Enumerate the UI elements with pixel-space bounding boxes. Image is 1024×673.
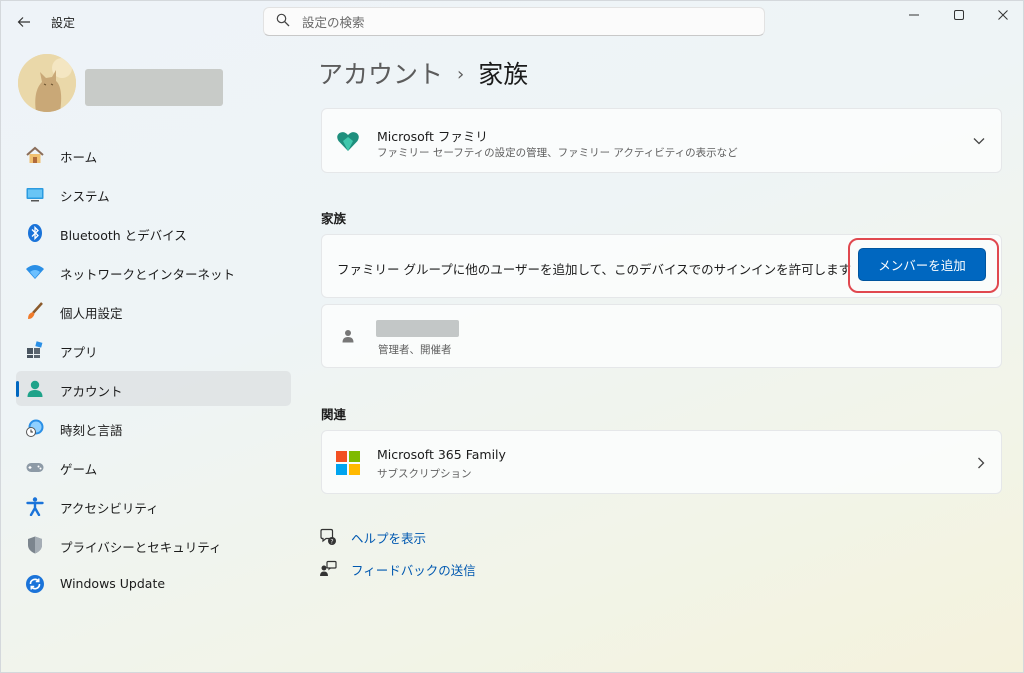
feedback-link[interactable]: フィードバックの送信 <box>319 558 476 580</box>
search-icon <box>276 13 290 27</box>
gaming-icon <box>26 463 44 472</box>
person-icon <box>342 330 354 343</box>
minimize-button[interactable] <box>894 5 934 25</box>
sidebar-item-network[interactable]: ネットワークとインターネット <box>16 254 291 289</box>
feedback-link-text[interactable]: フィードバックの送信 <box>351 560 476 579</box>
microsoft-logo-icon <box>336 451 360 475</box>
title-bar: 設定 <box>1 1 1023 43</box>
sidebar-item-gaming[interactable]: ゲーム <box>16 449 291 484</box>
family-section-heading: 家族 <box>321 211 347 226</box>
sidebar-item-label: Bluetooth とデバイス <box>60 228 187 243</box>
sidebar-item-windows-update[interactable]: Windows Update <box>16 566 291 601</box>
windows-update-icon <box>26 575 44 593</box>
sidebar-item-accounts[interactable]: アカウント <box>16 371 291 406</box>
sidebar-item-label: ネットワークとインターネット <box>60 267 236 282</box>
sidebar-item-label: ホーム <box>60 150 98 165</box>
profile-name-redacted <box>85 69 223 106</box>
minimize-icon <box>909 14 919 16</box>
family-card-subtitle: ファミリー セーフティの設定の管理、ファミリー アクティビティの表示など <box>377 147 738 159</box>
microsoft-family-card[interactable]: Microsoft ファミリ ファミリー セーフティの設定の管理、ファミリー ア… <box>321 108 1002 173</box>
close-button[interactable] <box>983 5 1023 25</box>
sidebar-item-bluetooth[interactable]: Bluetooth とデバイス <box>16 215 291 250</box>
sidebar-item-accessibility[interactable]: アクセシビリティ <box>16 488 291 523</box>
personalization-icon <box>28 302 43 319</box>
family-card-title: Microsoft ファミリ <box>377 129 488 144</box>
accessibility-icon <box>26 497 44 516</box>
time-language-icon <box>26 419 44 437</box>
maximize-button[interactable] <box>939 5 979 25</box>
sidebar-item-home[interactable]: ホーム <box>16 137 291 172</box>
feedback-icon <box>320 560 337 576</box>
member-card[interactable]: 管理者、開催者 <box>321 304 1002 368</box>
apps-icon <box>27 341 43 358</box>
m365-title: Microsoft 365 Family <box>377 447 506 462</box>
sidebar-item-label: プライバシーとセキュリティ <box>60 540 222 555</box>
breadcrumb: アカウント › 家族 <box>318 55 528 91</box>
sidebar-item-label: システム <box>60 189 110 204</box>
sidebar-item-personalization[interactable]: 個人用設定 <box>16 293 291 328</box>
close-icon <box>998 10 1008 20</box>
sidebar-item-privacy-security[interactable]: プライバシーとセキュリティ <box>16 527 291 562</box>
avatar[interactable] <box>18 54 76 112</box>
sidebar-item-label: アクセシビリティ <box>60 501 159 516</box>
search-input[interactable] <box>302 12 742 32</box>
related-section-heading: 関連 <box>321 407 347 422</box>
sidebar-item-label: アカウント <box>60 384 123 399</box>
add-member-button[interactable]: メンバーを追加 <box>858 248 986 281</box>
member-name-redacted <box>376 320 459 337</box>
breadcrumb-parent[interactable]: アカウント <box>318 60 443 89</box>
help-link-text[interactable]: ヘルプを表示 <box>351 528 426 547</box>
sidebar-item-label: ゲーム <box>60 462 98 477</box>
sidebar-item-system[interactable]: システム <box>16 176 291 211</box>
back-button[interactable] <box>11 9 37 35</box>
page-title: 家族 <box>478 60 529 89</box>
sidebar-nav: ホーム システム Bluetooth とデバイス ネットワークとインターネット … <box>16 137 291 605</box>
sidebar-item-label: 時刻と言語 <box>60 423 123 438</box>
back-arrow-icon <box>17 17 30 27</box>
account-icon <box>27 380 43 397</box>
sidebar-item-label: アプリ <box>60 345 98 360</box>
system-icon <box>26 188 44 202</box>
home-icon <box>26 146 44 163</box>
cat-avatar-icon <box>18 54 76 112</box>
family-heart-icon <box>337 132 359 151</box>
breadcrumb-separator: › <box>457 64 465 85</box>
chevron-right-icon <box>978 457 985 469</box>
sidebar-item-label: Windows Update <box>60 576 166 591</box>
sidebar-item-time-language[interactable]: 時刻と言語 <box>16 410 291 445</box>
privacy-shield-icon <box>28 536 42 554</box>
add-member-description: ファミリー グループに他のユーザーを追加して、このデバイスでのサインインを許可し… <box>337 262 852 277</box>
sidebar-item-label: 個人用設定 <box>60 306 123 321</box>
app-title: 設定 <box>51 16 76 30</box>
svg-text:?: ? <box>330 539 333 546</box>
maximize-icon <box>954 10 964 20</box>
search-box[interactable] <box>263 7 765 36</box>
m365-subtitle: サブスクリプション <box>377 468 472 480</box>
sidebar-item-apps[interactable]: アプリ <box>16 332 291 367</box>
selection-indicator <box>16 381 19 397</box>
chevron-down-icon[interactable] <box>973 137 985 145</box>
help-icon: ? <box>320 528 336 546</box>
microsoft-365-family-card[interactable]: Microsoft 365 Family サブスクリプション <box>321 430 1002 494</box>
network-icon <box>26 265 44 279</box>
member-role: 管理者、開催者 <box>378 344 452 356</box>
help-link[interactable]: ? ヘルプを表示 <box>319 526 426 548</box>
settings-window: 設定 ホーム システム <box>0 0 1024 673</box>
bluetooth-icon <box>28 224 42 242</box>
